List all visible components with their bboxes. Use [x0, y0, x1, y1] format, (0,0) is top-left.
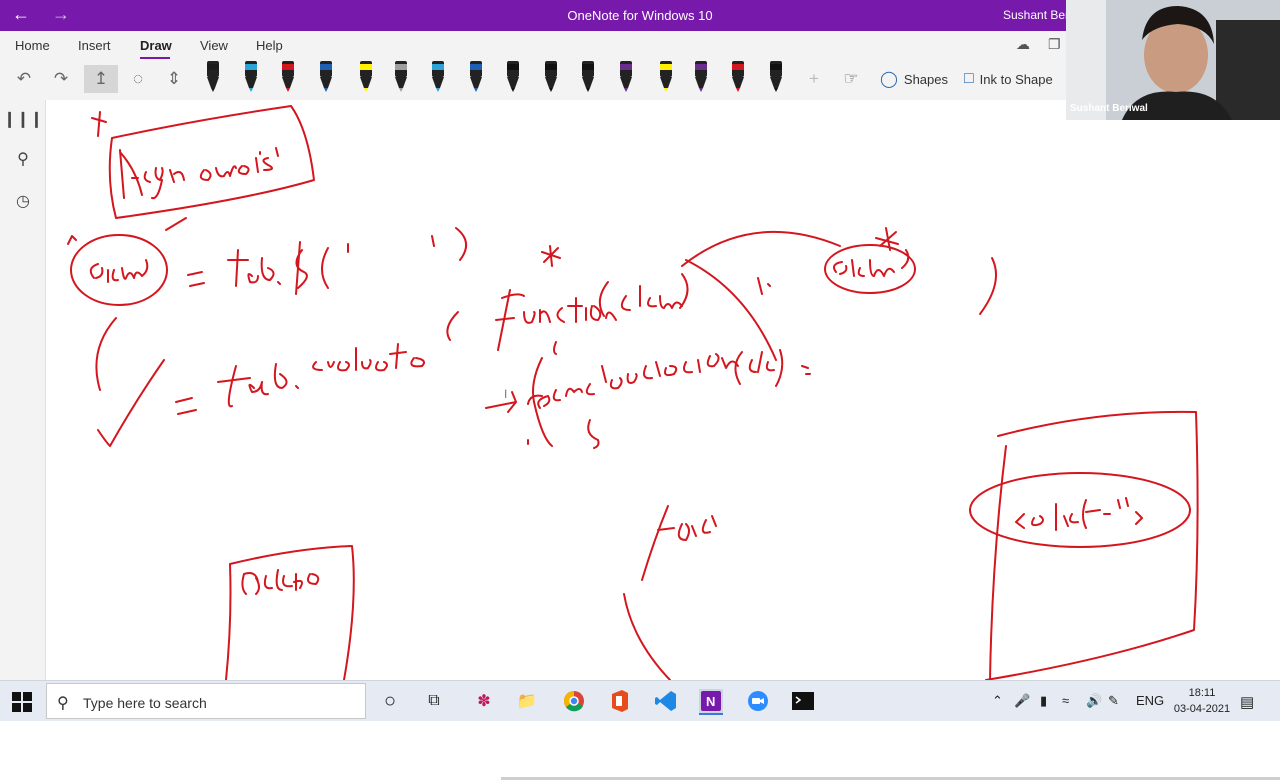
sync-icon[interactable]: ☁ [1016, 36, 1030, 53]
battery-icon[interactable]: ▮ [1040, 693, 1047, 709]
cortana-icon[interactable]: ○ [378, 689, 402, 713]
search-icon: ⚲ [57, 695, 69, 712]
office-icon[interactable] [608, 689, 632, 713]
pen-swatch[interactable] [316, 61, 336, 94]
redo-icon[interactable]: ↷ [47, 65, 75, 93]
windows-start-icon[interactable] [12, 692, 32, 712]
add-pen-icon[interactable]: + [800, 65, 828, 93]
snipping-app-icon[interactable]: ✽ [472, 689, 496, 713]
pen-swatch[interactable] [503, 61, 523, 94]
svg-text:N: N [706, 694, 715, 709]
system-clock[interactable]: 18:11 03-04-2021 [1172, 685, 1232, 717]
lasso-select-icon[interactable]: ◌ [124, 65, 152, 93]
recent-notes-icon[interactable]: ◷ [12, 190, 34, 212]
pen-swatch[interactable] [691, 61, 711, 94]
pen-swatch[interactable] [391, 61, 411, 94]
microphone-icon[interactable]: 🎤 [1014, 693, 1030, 709]
search-placeholder: Type here to search [83, 695, 207, 711]
chrome-icon[interactable] [562, 689, 586, 713]
pen-swatch[interactable] [616, 61, 636, 94]
svg-text:I: I [504, 387, 507, 401]
pen-swatch[interactable] [353, 61, 379, 94]
terminal-icon[interactable] [791, 689, 815, 713]
pen-swatch[interactable] [203, 61, 223, 94]
notifications-icon[interactable]: ▤ [1240, 693, 1254, 711]
tab-insert[interactable]: Insert [78, 38, 111, 53]
shapes-button[interactable]: ◯ Shapes [880, 67, 948, 91]
shapes-label: Shapes [903, 71, 948, 87]
input-language[interactable]: ENG [1136, 693, 1164, 708]
undo-icon[interactable]: ↶ [10, 65, 38, 93]
tab-draw[interactable]: Draw [140, 38, 172, 53]
tab-view[interactable]: View [200, 38, 228, 53]
shapes-icon: ◯ [880, 71, 898, 88]
presenter-name: Sushant Beriwal [1070, 103, 1148, 114]
pen-swatch[interactable] [728, 61, 748, 94]
handwriting-ink: I [67, 105, 1199, 680]
pen-swatch[interactable] [466, 61, 486, 94]
ink-to-shape-icon: □ [964, 70, 974, 87]
clock-time: 18:11 [1188, 687, 1216, 699]
show-hidden-icons-icon[interactable]: ⌃ [992, 693, 1003, 709]
ink-to-shape-label: Ink to Shape [979, 71, 1053, 87]
wifi-icon[interactable]: ≈ [1062, 693, 1069, 708]
file-explorer-icon[interactable]: 📁 [515, 689, 539, 713]
taskbar-search-box[interactable]: ⚲ Type here to search [46, 683, 366, 719]
pen-swatch[interactable] [428, 61, 448, 94]
webcam-overlay: Sushant Beriwal [1066, 0, 1280, 120]
task-view-icon[interactable]: ⧉ [422, 689, 446, 713]
volume-icon[interactable]: 🔊 [1086, 693, 1102, 709]
tab-home[interactable]: Home [15, 38, 50, 53]
add-space-icon[interactable]: ⇕ [160, 65, 188, 93]
full-page-icon[interactable]: ❐ [1048, 36, 1061, 53]
pen-swatch[interactable] [541, 61, 561, 94]
vscode-icon[interactable] [654, 689, 678, 713]
pen-swatch[interactable] [241, 61, 261, 94]
tab-help[interactable]: Help [256, 38, 283, 53]
navigation-rail: ❙❙❙ ⚲ ◷ [0, 100, 46, 680]
pen-swatch[interactable] [766, 61, 786, 94]
pen-workspace-icon[interactable]: ✎ [1108, 693, 1119, 709]
presenter-video [1066, 0, 1280, 120]
account-name[interactable]: Sushant Beri [1003, 8, 1072, 22]
clock-date: 03-04-2021 [1173, 703, 1231, 715]
notebooks-icon[interactable]: ❙❙❙ [3, 108, 43, 130]
note-canvas[interactable]: I [46, 100, 1280, 780]
type-select-icon[interactable]: ↥ [84, 65, 118, 93]
touch-draw-icon[interactable]: ☞ [837, 65, 865, 93]
pen-swatch[interactable] [653, 61, 679, 94]
zoom-icon[interactable] [746, 689, 770, 713]
search-icon[interactable]: ⚲ [12, 148, 34, 170]
onenote-icon[interactable]: N [699, 689, 723, 715]
ink-to-shape-button[interactable]: □ Ink to Shape [964, 67, 1053, 91]
windows-taskbar: ⚲ Type here to search ○ ⧉ ✽ 📁 N ⌃ 🎤 ▮ ≈ … [0, 680, 1280, 721]
pen-swatch[interactable] [278, 61, 298, 94]
pen-swatch[interactable] [578, 61, 598, 94]
